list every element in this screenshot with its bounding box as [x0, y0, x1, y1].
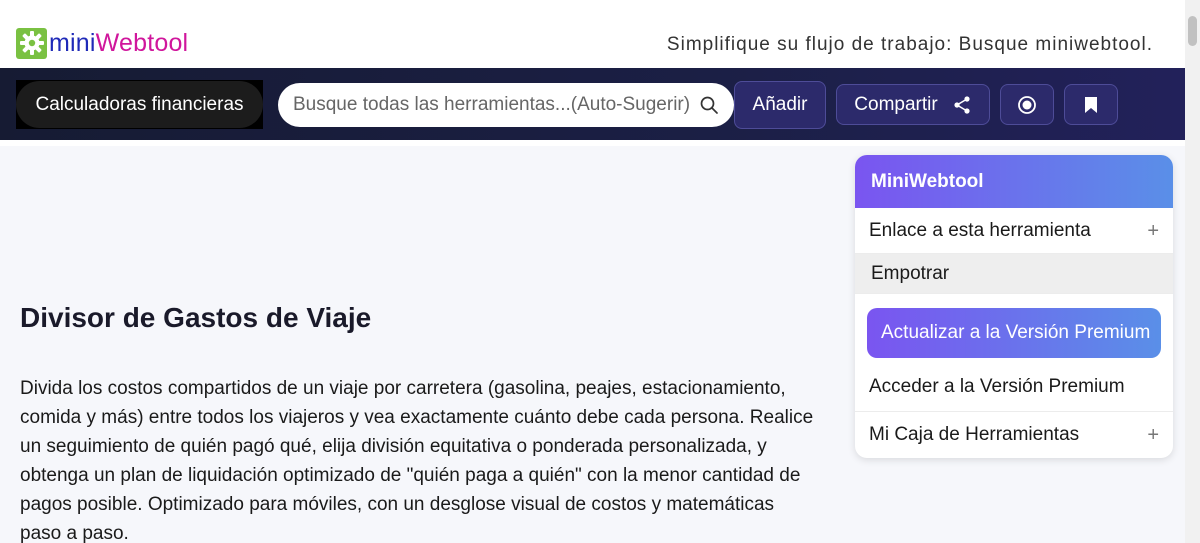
access-premium-label: Acceder a la Versión Premium: [869, 375, 1125, 397]
share-label: Compartir: [854, 93, 938, 115]
share-icon: [954, 95, 970, 114]
page-title: Divisor de Gastos de Viaje: [20, 302, 372, 333]
toolbox-item[interactable]: Mi Caja de Herramientas +: [855, 412, 1173, 458]
category-container: Calculadoras financieras: [16, 80, 263, 129]
panel-title: MiniWebtool: [855, 155, 1173, 208]
access-premium-item[interactable]: Acceder a la Versión Premium: [855, 362, 1173, 412]
upgrade-premium-button[interactable]: Actualizar a la Versión Premium: [867, 308, 1161, 358]
category-button[interactable]: Calculadoras financieras: [16, 81, 263, 128]
share-button[interactable]: Compartir: [836, 84, 990, 125]
tagline: Simplifique su flujo de trabajo: Busque …: [666, 34, 1153, 55]
page-description: Divida los costos compartidos de un viaj…: [20, 378, 814, 543]
nav-divider: [0, 140, 1185, 146]
search-box: [278, 83, 734, 127]
toolbox-label: Mi Caja de Herramientas: [869, 424, 1080, 445]
page: miniWebtool Simplifique su flujo de trab…: [0, 0, 1200, 543]
plus-icon[interactable]: +: [1147, 220, 1159, 243]
logo-text: miniWebtool: [49, 29, 188, 58]
upgrade-container: Actualizar a la Versión Premium: [855, 294, 1173, 362]
nav-bar: Calculadoras financieras Añadir Comparti…: [0, 68, 1185, 140]
scroll-thumb[interactable]: [1188, 16, 1197, 46]
gear-icon: [16, 27, 47, 59]
link-tool-item[interactable]: Enlace a esta herramienta +: [855, 208, 1173, 254]
plus-icon[interactable]: +: [1147, 424, 1159, 447]
add-button[interactable]: Añadir: [734, 81, 826, 129]
embed-label: Empotrar: [871, 262, 950, 284]
logo-text-mini: mini: [49, 28, 96, 57]
embed-item[interactable]: Empotrar: [855, 254, 1173, 294]
link-tool-label: Enlace a esta herramienta: [869, 219, 1091, 241]
scrollbar[interactable]: [1185, 0, 1200, 543]
logo-text-webtool: Webtool: [95, 28, 189, 57]
record-button[interactable]: [1000, 84, 1054, 125]
side-panel: MiniWebtool Enlace a esta herramienta + …: [855, 155, 1173, 458]
bookmark-button[interactable]: [1064, 84, 1118, 125]
top-header: miniWebtool Simplifique su flujo de trab…: [0, 0, 1185, 68]
site-logo[interactable]: miniWebtool: [16, 27, 188, 59]
search-icon[interactable]: [699, 95, 719, 115]
record-icon: [1018, 95, 1036, 114]
search-input[interactable]: [293, 94, 689, 116]
bookmark-icon: [1085, 96, 1097, 113]
